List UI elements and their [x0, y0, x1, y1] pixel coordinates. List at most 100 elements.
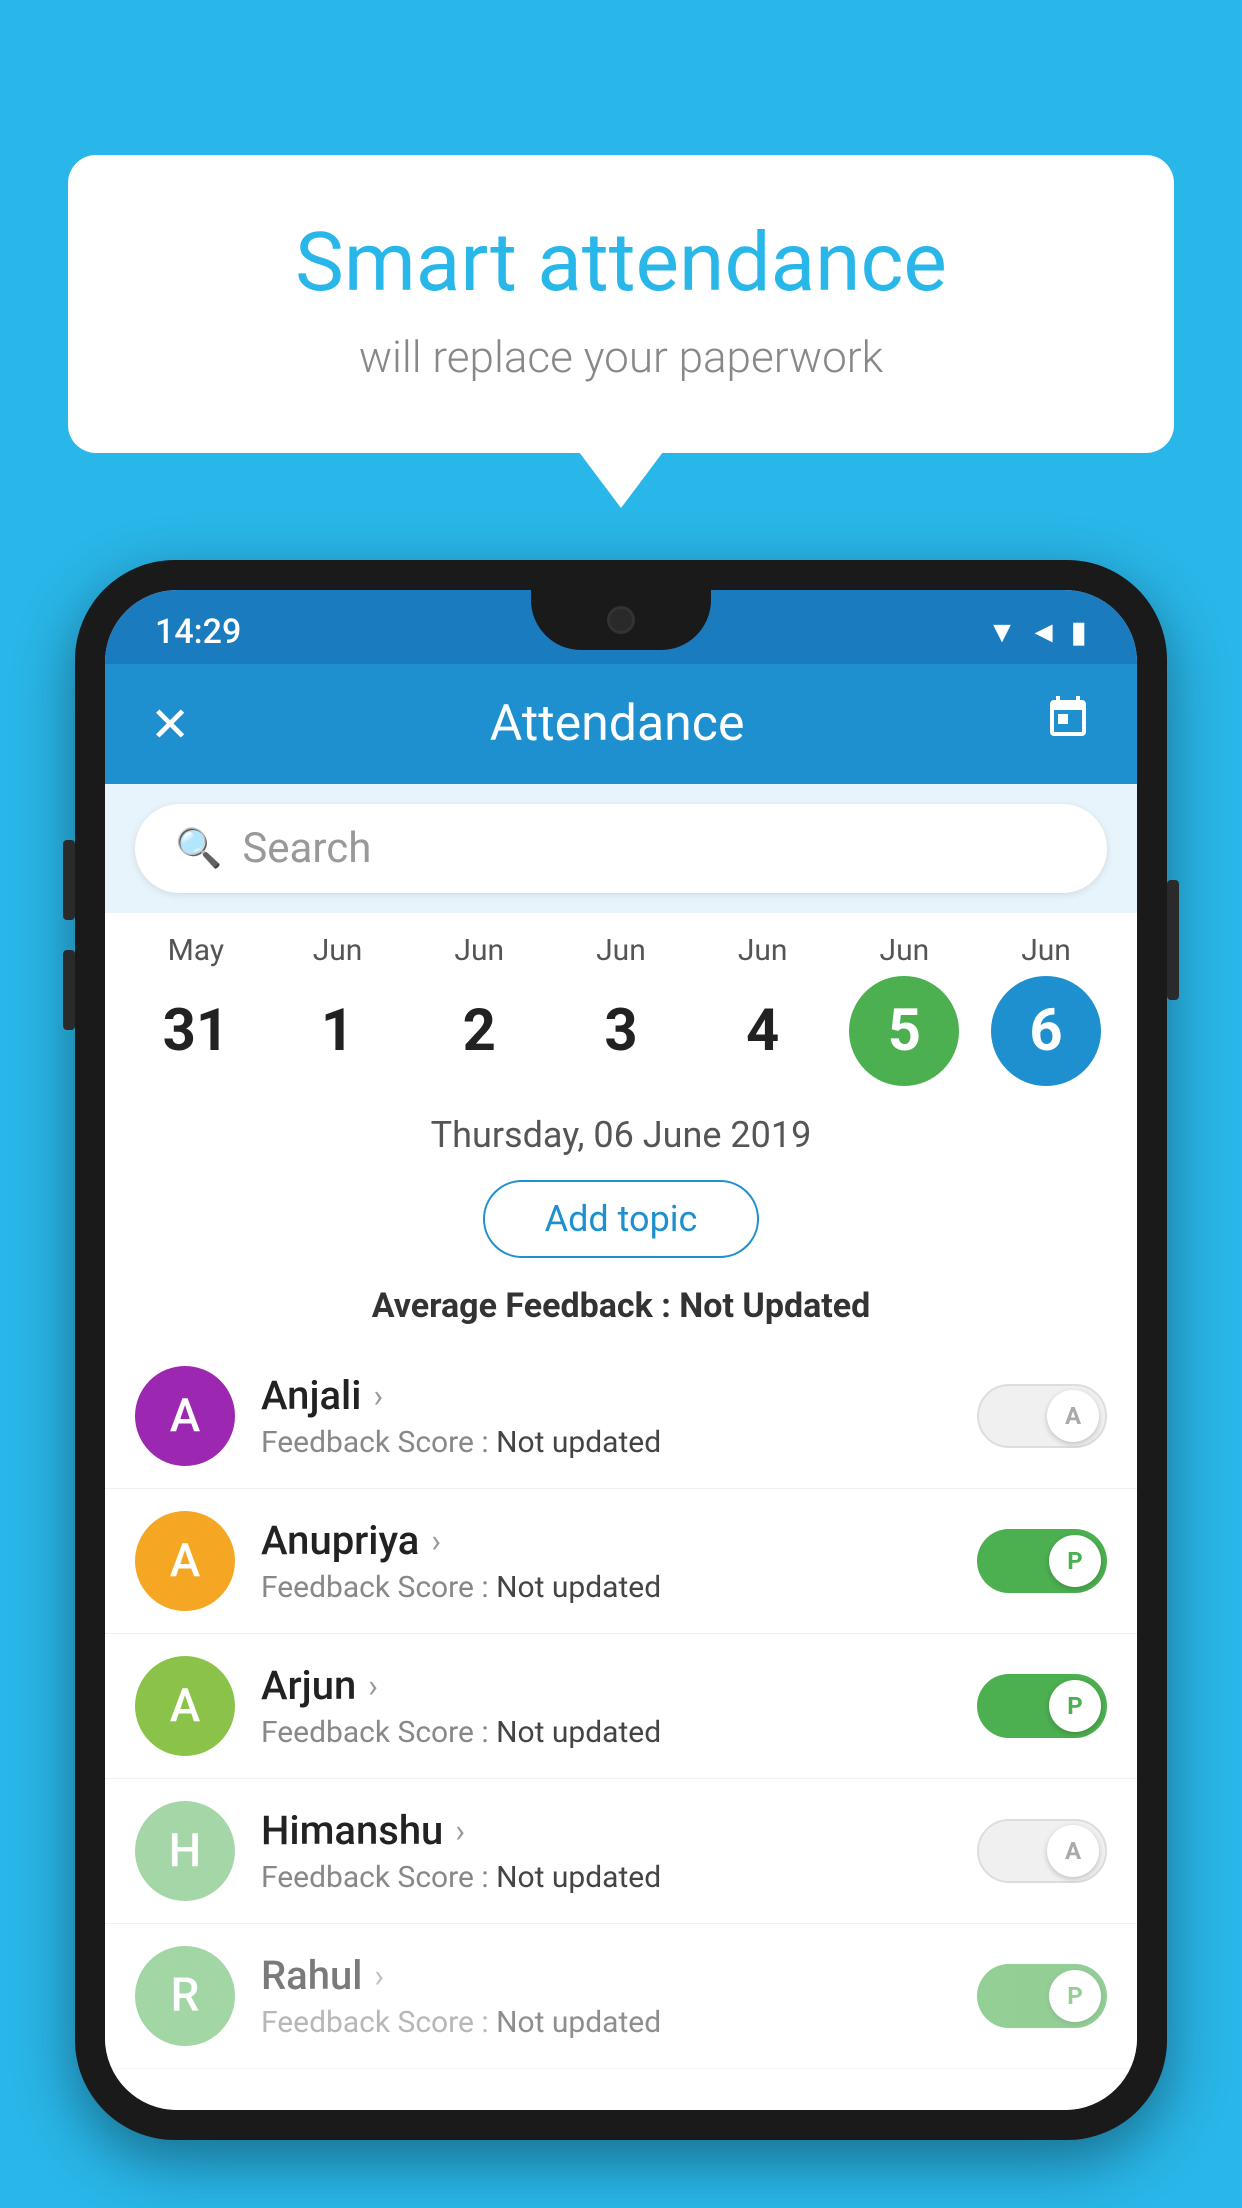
phone-frame: 14:29 ▼ ◄ ▮ ✕ Attendance: [75, 560, 1167, 2140]
calendar-day-6[interactable]: Jun 6: [991, 933, 1101, 1086]
phone-container: 14:29 ▼ ◄ ▮ ✕ Attendance: [75, 560, 1167, 2208]
student-name: Anjali: [261, 1372, 361, 1419]
battery-icon: ▮: [1070, 615, 1087, 650]
feedback-score: Feedback Score : Not updated: [261, 2005, 951, 2040]
student-item[interactable]: H Himanshu› Feedback Score : Not updated A: [105, 1779, 1137, 1924]
student-name-row: Rahul ›: [261, 1952, 951, 1999]
student-info: Himanshu› Feedback Score : Not updated: [261, 1807, 951, 1895]
wifi-icon: ▼: [987, 615, 1017, 650]
student-avatar: R: [135, 1946, 235, 2046]
toggle-switch[interactable]: A: [977, 1384, 1107, 1448]
search-placeholder: Search: [242, 824, 371, 873]
app-title: Attendance: [490, 695, 745, 753]
student-info: Rahul › Feedback Score : Not updated: [261, 1952, 951, 2040]
calendar-day-4[interactable]: Jun4: [708, 933, 818, 1086]
cal-num-label: 5: [849, 976, 959, 1086]
calendar-day-5[interactable]: Jun 5: [849, 933, 959, 1086]
chevron-right-icon: ›: [431, 1522, 441, 1560]
chevron-right-icon: ›: [373, 1377, 383, 1415]
search-bar[interactable]: 🔍 Search: [135, 804, 1107, 893]
date-display: Thursday, 06 June 2019: [105, 1096, 1137, 1166]
toggle-knob: P: [1049, 1680, 1101, 1732]
student-item[interactable]: R Rahul › Feedback Score : Not updated P: [105, 1924, 1137, 2069]
status-icons: ▼ ◄ ▮: [987, 615, 1087, 650]
toggle-knob: A: [1047, 1390, 1099, 1442]
chevron-right-icon: ›: [368, 1667, 378, 1705]
bubble-subtitle: will replace your paperwork: [148, 331, 1094, 383]
cal-month-label: Jun: [313, 933, 363, 968]
add-topic-button[interactable]: Add topic: [483, 1180, 760, 1258]
calendar-day-31[interactable]: May 31: [141, 933, 251, 1086]
feedback-score: Feedback Score : Not updated: [261, 1715, 951, 1750]
attendance-toggle[interactable]: A: [977, 1384, 1107, 1448]
cal-month-label: Jun: [596, 933, 646, 968]
average-feedback: Average Feedback : Not Updated: [105, 1276, 1137, 1344]
cal-num-label: 2: [424, 976, 534, 1086]
student-name: Himanshu: [261, 1807, 443, 1854]
toggle-switch[interactable]: P: [977, 1964, 1107, 2028]
toggle-knob: P: [1049, 1535, 1101, 1587]
toggle-knob: A: [1047, 1825, 1099, 1877]
cal-num-label: 6: [991, 976, 1101, 1086]
power-button: [1167, 880, 1179, 1000]
student-info: Anupriya › Feedback Score : Not updated: [261, 1517, 951, 1605]
cal-month-label: May: [168, 933, 224, 968]
student-item[interactable]: A Anjali › Feedback Score : Not updated A: [105, 1344, 1137, 1489]
phone-notch: [531, 590, 711, 650]
average-feedback-value: Not Updated: [679, 1286, 870, 1326]
calendar-icon: [1044, 694, 1092, 742]
attendance-toggle[interactable]: P: [977, 1529, 1107, 1593]
calendar-day-1[interactable]: Jun 1: [283, 933, 393, 1086]
cal-num-label: 31: [141, 976, 251, 1086]
phone-screen: 14:29 ▼ ◄ ▮ ✕ Attendance: [105, 590, 1137, 2110]
add-topic-container: Add topic: [105, 1166, 1137, 1276]
attendance-toggle[interactable]: P: [977, 1964, 1107, 2028]
search-container: 🔍 Search: [105, 784, 1137, 913]
toggle-switch[interactable]: A: [977, 1819, 1107, 1883]
close-button[interactable]: ✕: [145, 691, 195, 758]
calendar-button[interactable]: [1039, 689, 1097, 759]
toggle-switch[interactable]: P: [977, 1529, 1107, 1593]
student-list: AAnjali›Feedback Score : Not updatedAAAn…: [105, 1344, 1137, 2110]
student-avatar: A: [135, 1656, 235, 1756]
attendance-toggle[interactable]: A: [977, 1819, 1107, 1883]
selected-date-text: Thursday, 06 June 2019: [431, 1114, 812, 1156]
student-name: Arjun: [261, 1662, 356, 1709]
average-feedback-label: Average Feedback :: [372, 1286, 680, 1326]
feedback-score: Feedback Score : Not updated: [261, 1860, 951, 1895]
search-icon: 🔍: [175, 827, 222, 871]
student-name-row: Himanshu›: [261, 1807, 951, 1854]
bubble-title: Smart attendance: [148, 215, 1094, 311]
volume-up-button: [63, 840, 75, 920]
student-item[interactable]: A Anupriya › Feedback Score : Not updated P: [105, 1489, 1137, 1634]
speech-bubble-container: Smart attendance will replace your paper…: [68, 155, 1174, 453]
attendance-toggle[interactable]: P: [977, 1674, 1107, 1738]
status-time: 14:29: [155, 612, 241, 652]
feedback-score: Feedback Score : Not updated: [261, 1425, 951, 1460]
chevron-right-icon: ›: [374, 1957, 384, 1995]
toggle-switch[interactable]: P: [977, 1674, 1107, 1738]
student-avatar: H: [135, 1801, 235, 1901]
cal-month-label: Jun: [738, 933, 788, 968]
student-name: Rahul: [261, 1952, 362, 1999]
cal-num-label: 3: [566, 976, 676, 1086]
volume-down-button: [63, 950, 75, 1030]
student-info: Anjali › Feedback Score : Not updated: [261, 1372, 951, 1460]
camera-dot: [607, 606, 635, 634]
cal-num-label: 1: [283, 976, 393, 1086]
cal-month-label: Jun: [1021, 933, 1071, 968]
student-info: Arjun › Feedback Score : Not updated: [261, 1662, 951, 1750]
calendar-day-2[interactable]: Jun 2: [424, 933, 534, 1086]
student-avatar: A: [135, 1511, 235, 1611]
calendar-strip: May31Jun1Jun2Jun3Jun4Jun5Jun6: [105, 913, 1137, 1096]
feedback-score: Feedback Score : Not updated: [261, 1570, 951, 1605]
student-name: Anupriya: [261, 1517, 419, 1564]
cal-month-label: Jun: [454, 933, 504, 968]
cal-month-label: Jun: [880, 933, 930, 968]
calendar-day-3[interactable]: Jun 3: [566, 933, 676, 1086]
student-name-row: Anjali ›: [261, 1372, 951, 1419]
speech-bubble: Smart attendance will replace your paper…: [68, 155, 1174, 453]
student-name-row: Arjun ›: [261, 1662, 951, 1709]
student-avatar: A: [135, 1366, 235, 1466]
student-item[interactable]: A Arjun › Feedback Score : Not updated P: [105, 1634, 1137, 1779]
